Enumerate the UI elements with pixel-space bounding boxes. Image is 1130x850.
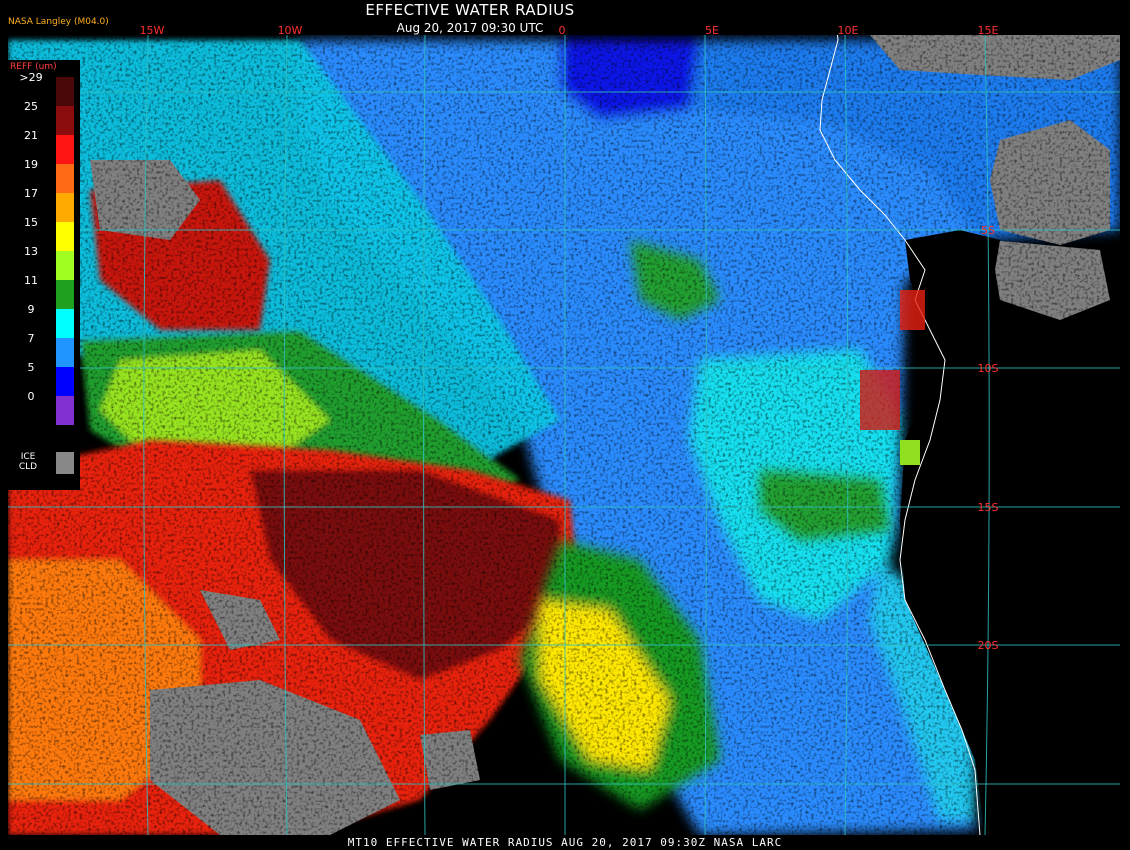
legend-swatch — [56, 280, 74, 309]
legend-label: 0 — [27, 390, 35, 403]
longitude-label: 15E — [978, 24, 999, 37]
legend-label: 25 — [24, 100, 38, 113]
legend-label: 5 — [27, 361, 35, 374]
latitude-label: 15S — [978, 501, 999, 514]
legend-swatch — [56, 164, 74, 193]
cloud-field — [8, 35, 1120, 835]
legend-label: 17 — [24, 187, 38, 200]
legend-swatch — [56, 222, 74, 251]
legend-swatch — [56, 135, 74, 164]
latitude-label: 5S — [981, 224, 995, 237]
legend-swatch — [56, 338, 74, 367]
legend-label-ice: ICE CLD — [18, 452, 38, 472]
satellite-map: 15W 10W 0 5E 10E 15E5S10S15S20S — [0, 0, 1130, 850]
legend-label: 19 — [24, 158, 38, 171]
legend-swatch-ice — [56, 452, 74, 474]
legend-swatch — [56, 251, 74, 280]
legend-swatch — [56, 77, 74, 106]
legend-swatch — [56, 106, 74, 135]
legend-swatch — [56, 367, 74, 396]
latitude-label: 20S — [978, 639, 999, 652]
legend-label: 9 — [27, 303, 35, 316]
legend-label: 7 — [27, 332, 35, 345]
legend-swatch — [56, 193, 74, 222]
latitude-label: 10S — [978, 362, 999, 375]
legend-label: 13 — [24, 245, 38, 258]
legend-label: 11 — [24, 274, 38, 287]
legend-swatch — [56, 309, 74, 338]
legend-label: 21 — [24, 129, 38, 142]
footer-caption: MT10 EFFECTIVE WATER RADIUS AUG 20, 2017… — [347, 836, 783, 849]
map-title: EFFECTIVE WATER RADIUS — [365, 1, 575, 19]
legend-swatch — [56, 396, 74, 425]
legend-label: 15 — [24, 216, 38, 229]
legend-label: >29 — [19, 71, 43, 84]
map-subtitle: Aug 20, 2017 09:30 UTC — [396, 21, 544, 35]
